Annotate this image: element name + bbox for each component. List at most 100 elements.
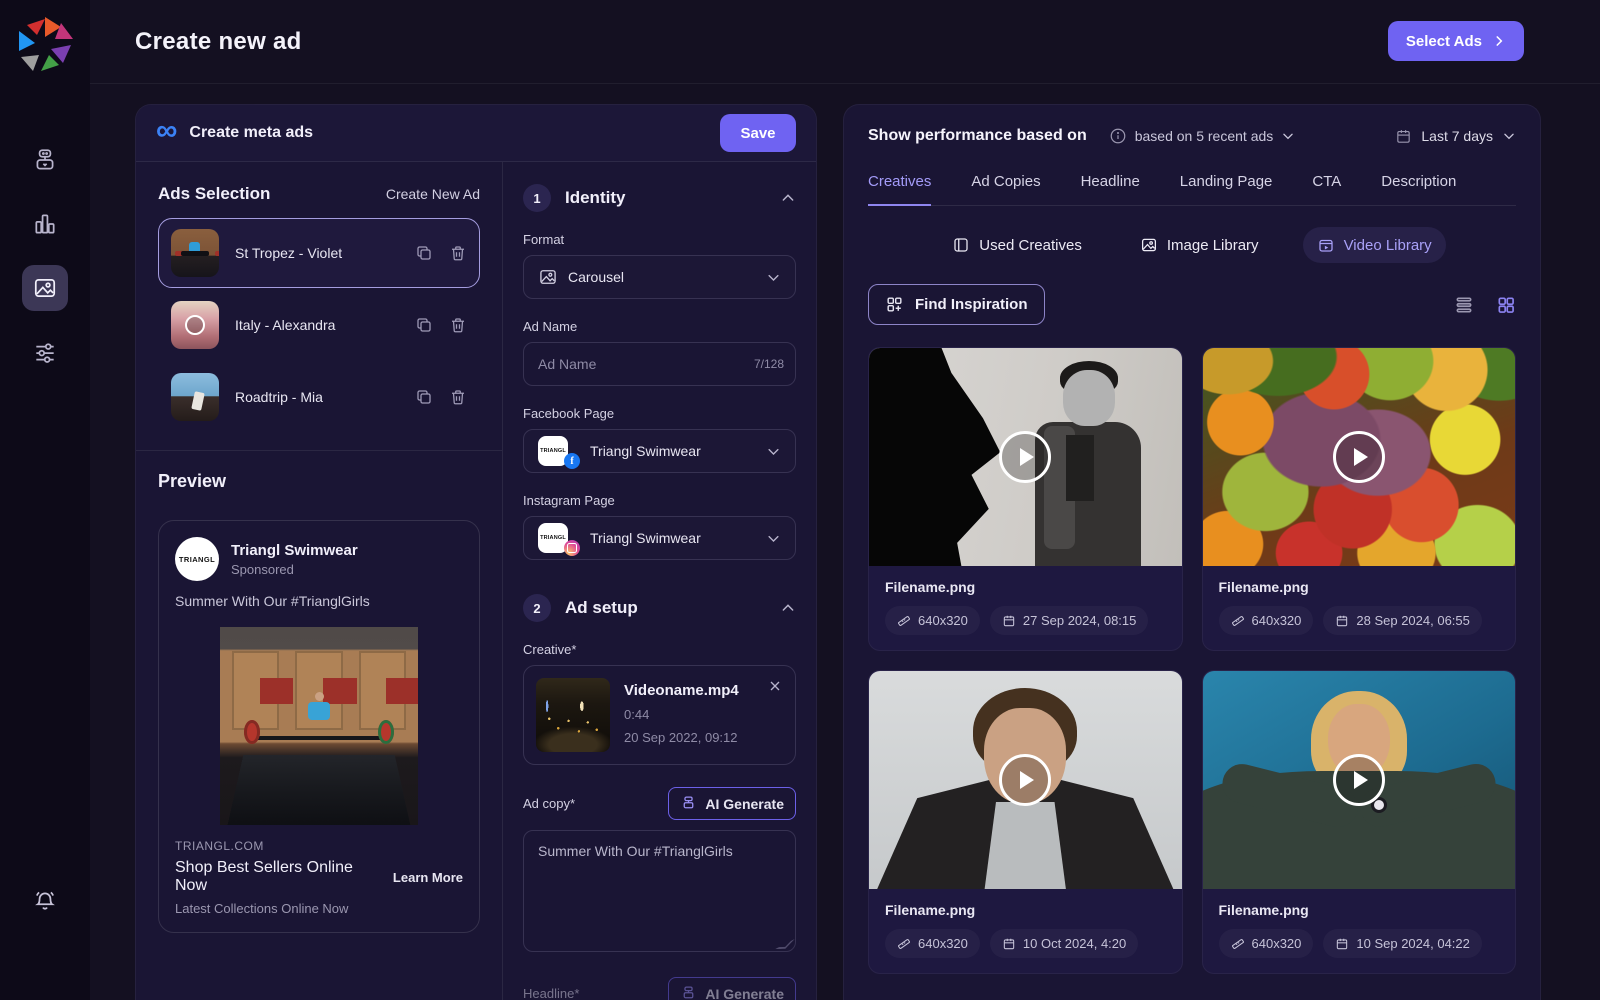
duplicate-icon[interactable] bbox=[415, 316, 433, 334]
ai-generate-label: AI Generate bbox=[705, 986, 784, 1000]
brand-name: Triangl Swimwear bbox=[231, 542, 358, 559]
date-badge: 27 Sep 2024, 08:15 bbox=[990, 606, 1149, 635]
ads-selection-title: Ads Selection bbox=[158, 184, 270, 204]
ad-form-column: 1 Identity Format Carousel Ad Name 7/128… bbox=[503, 162, 816, 1000]
headline-label: Headline* bbox=[523, 986, 579, 1000]
trash-icon[interactable] bbox=[449, 388, 467, 406]
date-range-label: Last 7 days bbox=[1421, 128, 1493, 144]
ad-item-name: Italy - Alexandra bbox=[235, 317, 335, 333]
trash-icon[interactable] bbox=[449, 316, 467, 334]
ad-preview-card: TRIANGL Triangl Swimwear Sponsored Summe… bbox=[158, 520, 480, 933]
tab-cta[interactable]: CTA bbox=[1312, 173, 1341, 206]
video-thumbnail bbox=[869, 671, 1182, 889]
grid-view-icon[interactable] bbox=[1496, 295, 1516, 315]
sidebar-item-analytics[interactable] bbox=[22, 201, 68, 247]
filter-label: Used Creatives bbox=[979, 237, 1082, 254]
sidebar bbox=[0, 0, 90, 1000]
image-icon bbox=[1140, 236, 1158, 254]
media-card[interactable]: Filename.png 640x320 28 Sep 2024, 06:55 bbox=[1202, 347, 1517, 651]
grid-plus-icon bbox=[885, 295, 904, 314]
media-card[interactable]: Filename.png 640x320 10 Sep 2024, 04:22 bbox=[1202, 670, 1517, 974]
ad-list-item[interactable]: Italy - Alexandra bbox=[158, 290, 480, 360]
dimensions-value: 640x320 bbox=[1252, 613, 1302, 628]
date-range-dropdown[interactable]: Last 7 days bbox=[1395, 128, 1516, 145]
sponsored-label: Sponsored bbox=[231, 562, 358, 577]
chevron-up-icon[interactable] bbox=[780, 600, 796, 616]
trash-icon[interactable] bbox=[449, 244, 467, 262]
filter-used-creatives[interactable]: Used Creatives bbox=[938, 227, 1096, 263]
date-badge: 10 Oct 2024, 4:20 bbox=[990, 929, 1138, 958]
media-card[interactable]: Filename.png 640x320 10 Oct 2024, 4:20 bbox=[868, 670, 1183, 974]
ad-copy-textarea[interactable]: Summer With Our #TrianglGirls bbox=[523, 830, 796, 952]
calendar-icon bbox=[1395, 128, 1412, 145]
facebook-page-select[interactable]: TRIANGL f Triangl Swimwear bbox=[523, 429, 796, 473]
ad-setup-section-title: Ad setup bbox=[565, 598, 638, 618]
image-icon bbox=[538, 267, 558, 287]
find-inspiration-label: Find Inspiration bbox=[915, 296, 1028, 313]
page-title: Create new ad bbox=[135, 28, 302, 56]
save-button[interactable]: Save bbox=[720, 114, 796, 152]
media-card[interactable]: Filename.png 640x320 27 Sep 2024, 08:15 bbox=[868, 347, 1183, 651]
media-filename: Filename.png bbox=[1219, 579, 1500, 595]
ad-copy-label: Ad copy* bbox=[523, 796, 575, 811]
step-number: 2 bbox=[523, 594, 551, 622]
instagram-badge-icon bbox=[564, 540, 580, 556]
ai-generate-button[interactable]: AI Generate bbox=[668, 787, 796, 820]
tab-landing-page[interactable]: Landing Page bbox=[1180, 173, 1273, 206]
video-duration: 0:44 bbox=[624, 707, 739, 722]
ai-generate-button[interactable]: AI Generate bbox=[668, 977, 796, 1000]
divider bbox=[136, 450, 502, 451]
video-library-icon bbox=[1317, 236, 1335, 254]
dimensions-value: 640x320 bbox=[918, 936, 968, 951]
filter-label: Image Library bbox=[1167, 237, 1259, 254]
instagram-page-select[interactable]: TRIANGL Triangl Swimwear bbox=[523, 516, 796, 560]
preview-domain: TRIANGL.COM bbox=[175, 839, 383, 853]
tab-description[interactable]: Description bbox=[1381, 173, 1456, 206]
creative-file-card: Videoname.mp4 0:44 20 Sep 2022, 09:12 bbox=[523, 665, 796, 765]
list-view-icon[interactable] bbox=[1454, 295, 1474, 315]
calendar-icon bbox=[1335, 937, 1349, 951]
select-ads-button[interactable]: Select Ads bbox=[1388, 21, 1524, 61]
play-button-icon[interactable] bbox=[1333, 431, 1385, 483]
window-icon bbox=[952, 236, 970, 254]
chevron-down-icon bbox=[1502, 129, 1516, 143]
ad-list-item[interactable]: Roadtrip - Mia bbox=[158, 362, 480, 432]
date-badge: 28 Sep 2024, 06:55 bbox=[1323, 606, 1482, 635]
play-button-icon[interactable] bbox=[999, 754, 1051, 806]
find-inspiration-button[interactable]: Find Inspiration bbox=[868, 284, 1045, 325]
top-header: Create new ad Select Ads bbox=[90, 0, 1600, 84]
sidebar-item-ai-bot[interactable] bbox=[22, 137, 68, 183]
date-badge: 10 Sep 2024, 04:22 bbox=[1323, 929, 1482, 958]
ad-thumbnail bbox=[171, 373, 219, 421]
create-meta-ads-panel: ∞ Create meta ads Save Ads Selection Cre… bbox=[135, 104, 817, 1000]
filter-video-library[interactable]: Video Library bbox=[1303, 227, 1446, 263]
remove-creative-icon[interactable] bbox=[767, 678, 783, 694]
ruler-icon bbox=[1231, 614, 1245, 628]
notifications-bell-icon[interactable] bbox=[32, 888, 58, 914]
format-select[interactable]: Carousel bbox=[523, 255, 796, 299]
learn-more-button[interactable]: Learn More bbox=[383, 870, 463, 885]
tab-creatives[interactable]: Creatives bbox=[868, 173, 931, 206]
dimensions-value: 640x320 bbox=[1252, 936, 1302, 951]
char-counter: 7/128 bbox=[754, 357, 784, 371]
duplicate-icon[interactable] bbox=[415, 388, 433, 406]
based-on-dropdown[interactable]: based on 5 recent ads bbox=[1109, 127, 1296, 145]
play-button-icon[interactable] bbox=[1333, 754, 1385, 806]
duplicate-icon[interactable] bbox=[415, 244, 433, 262]
sidebar-item-settings-sliders[interactable] bbox=[22, 329, 68, 375]
format-value: Carousel bbox=[568, 269, 624, 285]
create-new-ad-link[interactable]: Create New Ad bbox=[386, 186, 480, 202]
instagram-page-label: Instagram Page bbox=[523, 493, 796, 508]
media-filename: Filename.png bbox=[885, 579, 1166, 595]
tab-ad-copies[interactable]: Ad Copies bbox=[971, 173, 1040, 206]
filter-image-library[interactable]: Image Library bbox=[1126, 227, 1273, 263]
tab-headline[interactable]: Headline bbox=[1081, 173, 1140, 206]
play-button-icon[interactable] bbox=[999, 431, 1051, 483]
ad-name-label: Ad Name bbox=[523, 319, 796, 334]
preview-caption: Summer With Our #TrianglGirls bbox=[175, 593, 463, 609]
facebook-page-value: Triangl Swimwear bbox=[590, 443, 701, 459]
sidebar-item-media-library[interactable] bbox=[22, 265, 68, 311]
select-ads-label: Select Ads bbox=[1406, 33, 1482, 50]
chevron-up-icon[interactable] bbox=[780, 190, 796, 206]
ad-list-item[interactable]: St Tropez - Violet bbox=[158, 218, 480, 288]
